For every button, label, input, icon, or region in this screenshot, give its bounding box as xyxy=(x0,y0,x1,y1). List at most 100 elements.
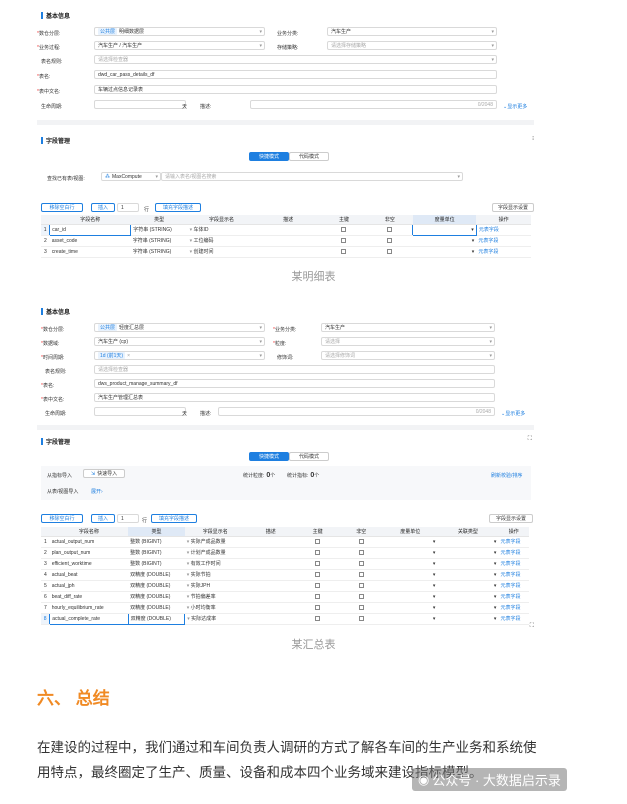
checkbox[interactable] xyxy=(315,615,321,621)
unit-select-cell[interactable]: ▾ xyxy=(412,235,477,247)
relation-select-cell[interactable]: ▾ xyxy=(437,602,499,614)
field-name-cell[interactable]: actual_beat xyxy=(49,569,129,581)
checkbox[interactable] xyxy=(315,538,321,544)
field-name-cell[interactable]: create_time xyxy=(49,246,131,258)
unit-select-cell[interactable]: ▾ xyxy=(412,246,477,258)
checkbox[interactable] xyxy=(315,593,321,599)
resize-icon[interactable]: ⛶ xyxy=(530,623,534,630)
checkbox[interactable] xyxy=(341,226,347,232)
field-desc-cell[interactable] xyxy=(245,547,296,559)
op-link[interactable]: 元表字段 xyxy=(498,569,529,581)
display-setting-button[interactable]: 字段显示设置 xyxy=(492,203,534,212)
field-desc-cell[interactable] xyxy=(245,536,296,548)
op-link[interactable]: 元表字段 xyxy=(498,580,529,592)
storage-select[interactable]: 请选择存储策略 ▾ xyxy=(327,41,497,50)
field-display-cell[interactable]: ▾ 实际达成率 xyxy=(184,613,246,625)
notnull-checkbox-cell[interactable] xyxy=(366,246,413,258)
tab-code-mode[interactable]: 代码模式 xyxy=(289,452,329,461)
field-type-cell[interactable]: 双精度 (DOUBLE) xyxy=(127,612,186,625)
show-more-link[interactable]: ⌄ 显示更多 xyxy=(501,410,525,418)
field-desc-cell[interactable] xyxy=(245,591,296,603)
table-name-input[interactable]: dwd_car_pass_details_df xyxy=(94,70,497,79)
data-layer-select[interactable]: 公共层 明细数据层 ▾ xyxy=(94,27,265,36)
checkbox[interactable] xyxy=(358,615,364,621)
collapse-icon[interactable]: ⁝ xyxy=(532,135,534,142)
field-type-cell[interactable]: 双精度 (DOUBLE) xyxy=(128,602,185,614)
lifecycle-input[interactable] xyxy=(94,100,186,109)
table-rule-select[interactable]: 请选择检查器 ▾ xyxy=(94,55,497,64)
display-setting-button[interactable]: 字段显示设置 xyxy=(489,514,533,523)
op-link[interactable]: 元表字段 xyxy=(498,558,529,570)
op-link[interactable]: 元表字段 xyxy=(476,246,531,258)
field-name-cell[interactable]: hourly_equilibrium_rate xyxy=(49,602,129,614)
checkbox[interactable] xyxy=(358,549,364,555)
insert-count-input[interactable]: 1 xyxy=(117,514,139,523)
unit-select-cell[interactable]: ▾ xyxy=(382,569,438,581)
field-desc-cell[interactable] xyxy=(255,224,321,236)
unit-select-cell[interactable]: ▾ xyxy=(382,602,438,614)
time-period-select[interactable]: 1d (前1天) × ▾ xyxy=(94,351,265,360)
insert-count-input[interactable]: 1 xyxy=(117,203,139,212)
tab-quick-mode[interactable]: 快捷模式 xyxy=(249,152,289,161)
op-link[interactable]: 元表字段 xyxy=(476,224,531,236)
field-display-cell[interactable]: ▾ 小时均衡率 xyxy=(184,602,246,614)
import-order-link[interactable]: 刷新校验/排序 xyxy=(491,472,522,479)
notnull-checkbox-cell[interactable] xyxy=(339,613,383,625)
checkbox[interactable] xyxy=(341,248,347,254)
pk-checkbox-cell[interactable] xyxy=(295,558,340,570)
op-link[interactable]: 元表字段 xyxy=(498,602,529,614)
notnull-checkbox-cell[interactable] xyxy=(339,536,383,548)
op-link[interactable]: 元表字段 xyxy=(498,536,529,548)
field-type-cell[interactable]: 双精度 (DOUBLE) xyxy=(128,580,185,592)
table-cn-input[interactable]: 车辆过点信息记录表 xyxy=(94,85,497,94)
tab-quick-mode[interactable]: 快捷模式 xyxy=(249,452,289,461)
relation-select-cell[interactable]: ▾ xyxy=(437,591,499,603)
pk-checkbox-cell[interactable] xyxy=(295,569,340,581)
insert-button[interactable]: 插入 xyxy=(91,514,115,523)
data-domain-select[interactable]: 汽车生产 (cp) ▾ xyxy=(94,337,265,346)
unit-select-cell[interactable]: ▾ xyxy=(412,223,477,236)
field-display-cell[interactable]: ▾ 工位编码 xyxy=(187,235,256,247)
data-layer-select[interactable]: 公共层 轻度汇总层 ▾ xyxy=(94,323,265,332)
field-name-cell[interactable]: actual_complete_rate xyxy=(49,612,129,625)
insert-button[interactable]: 插入 xyxy=(91,203,115,212)
field-type-cell[interactable]: 整数 (BIGINT) xyxy=(128,536,185,548)
relation-select-cell[interactable]: ▾ xyxy=(437,536,499,548)
field-name-cell[interactable]: plan_output_num xyxy=(49,547,129,559)
checkbox[interactable] xyxy=(358,593,364,599)
field-display-cell[interactable]: ▾ 节拍偏差率 xyxy=(184,591,246,603)
field-type-cell[interactable]: 整数 (BIGINT) xyxy=(128,547,185,559)
notnull-checkbox-cell[interactable] xyxy=(366,224,413,236)
checkbox[interactable] xyxy=(315,571,321,577)
field-type-cell[interactable]: 字符串 (STRING) xyxy=(130,246,188,258)
relation-select-cell[interactable]: ▾ xyxy=(437,580,499,592)
lifecycle-input[interactable] xyxy=(94,407,186,416)
unit-select-cell[interactable]: ▾ xyxy=(382,591,438,603)
relation-select-cell[interactable]: ▾ xyxy=(437,569,499,581)
table-rule-select[interactable]: 请选择检查器 xyxy=(94,365,495,374)
pk-checkbox-cell[interactable] xyxy=(295,602,340,614)
field-display-cell[interactable]: ▾ 车体ID xyxy=(187,224,256,236)
remove-blank-rows-button[interactable]: 移除空白行 xyxy=(41,514,83,523)
field-desc-cell[interactable] xyxy=(245,602,296,614)
field-display-cell[interactable]: ▾ 计划产成品数量 xyxy=(184,547,246,559)
checkbox[interactable] xyxy=(358,571,364,577)
notnull-checkbox-cell[interactable] xyxy=(339,591,383,603)
unit-select-cell[interactable]: ▾ xyxy=(382,580,438,592)
field-desc-cell[interactable] xyxy=(255,235,321,247)
notnull-checkbox-cell[interactable] xyxy=(339,569,383,581)
checkbox[interactable] xyxy=(387,248,393,254)
table-cn-input[interactable]: 汽车生产管理汇总表 xyxy=(94,393,495,402)
unit-select-cell[interactable]: ▾ xyxy=(382,536,438,548)
field-display-cell[interactable]: ▾ 实际产成品数量 xyxy=(184,536,246,548)
quick-import-button[interactable]: ⇲ 快速导入 xyxy=(83,469,125,478)
field-name-cell[interactable]: actual_output_num xyxy=(49,536,129,548)
field-name-cell[interactable]: actual_jph xyxy=(49,580,129,592)
field-type-cell[interactable]: 双精度 (DOUBLE) xyxy=(128,591,185,603)
notnull-checkbox-cell[interactable] xyxy=(339,602,383,614)
checkbox[interactable] xyxy=(358,582,364,588)
notnull-checkbox-cell[interactable] xyxy=(339,580,383,592)
checkbox[interactable] xyxy=(387,226,393,232)
pk-checkbox-cell[interactable] xyxy=(321,224,367,236)
checkbox[interactable] xyxy=(358,538,364,544)
